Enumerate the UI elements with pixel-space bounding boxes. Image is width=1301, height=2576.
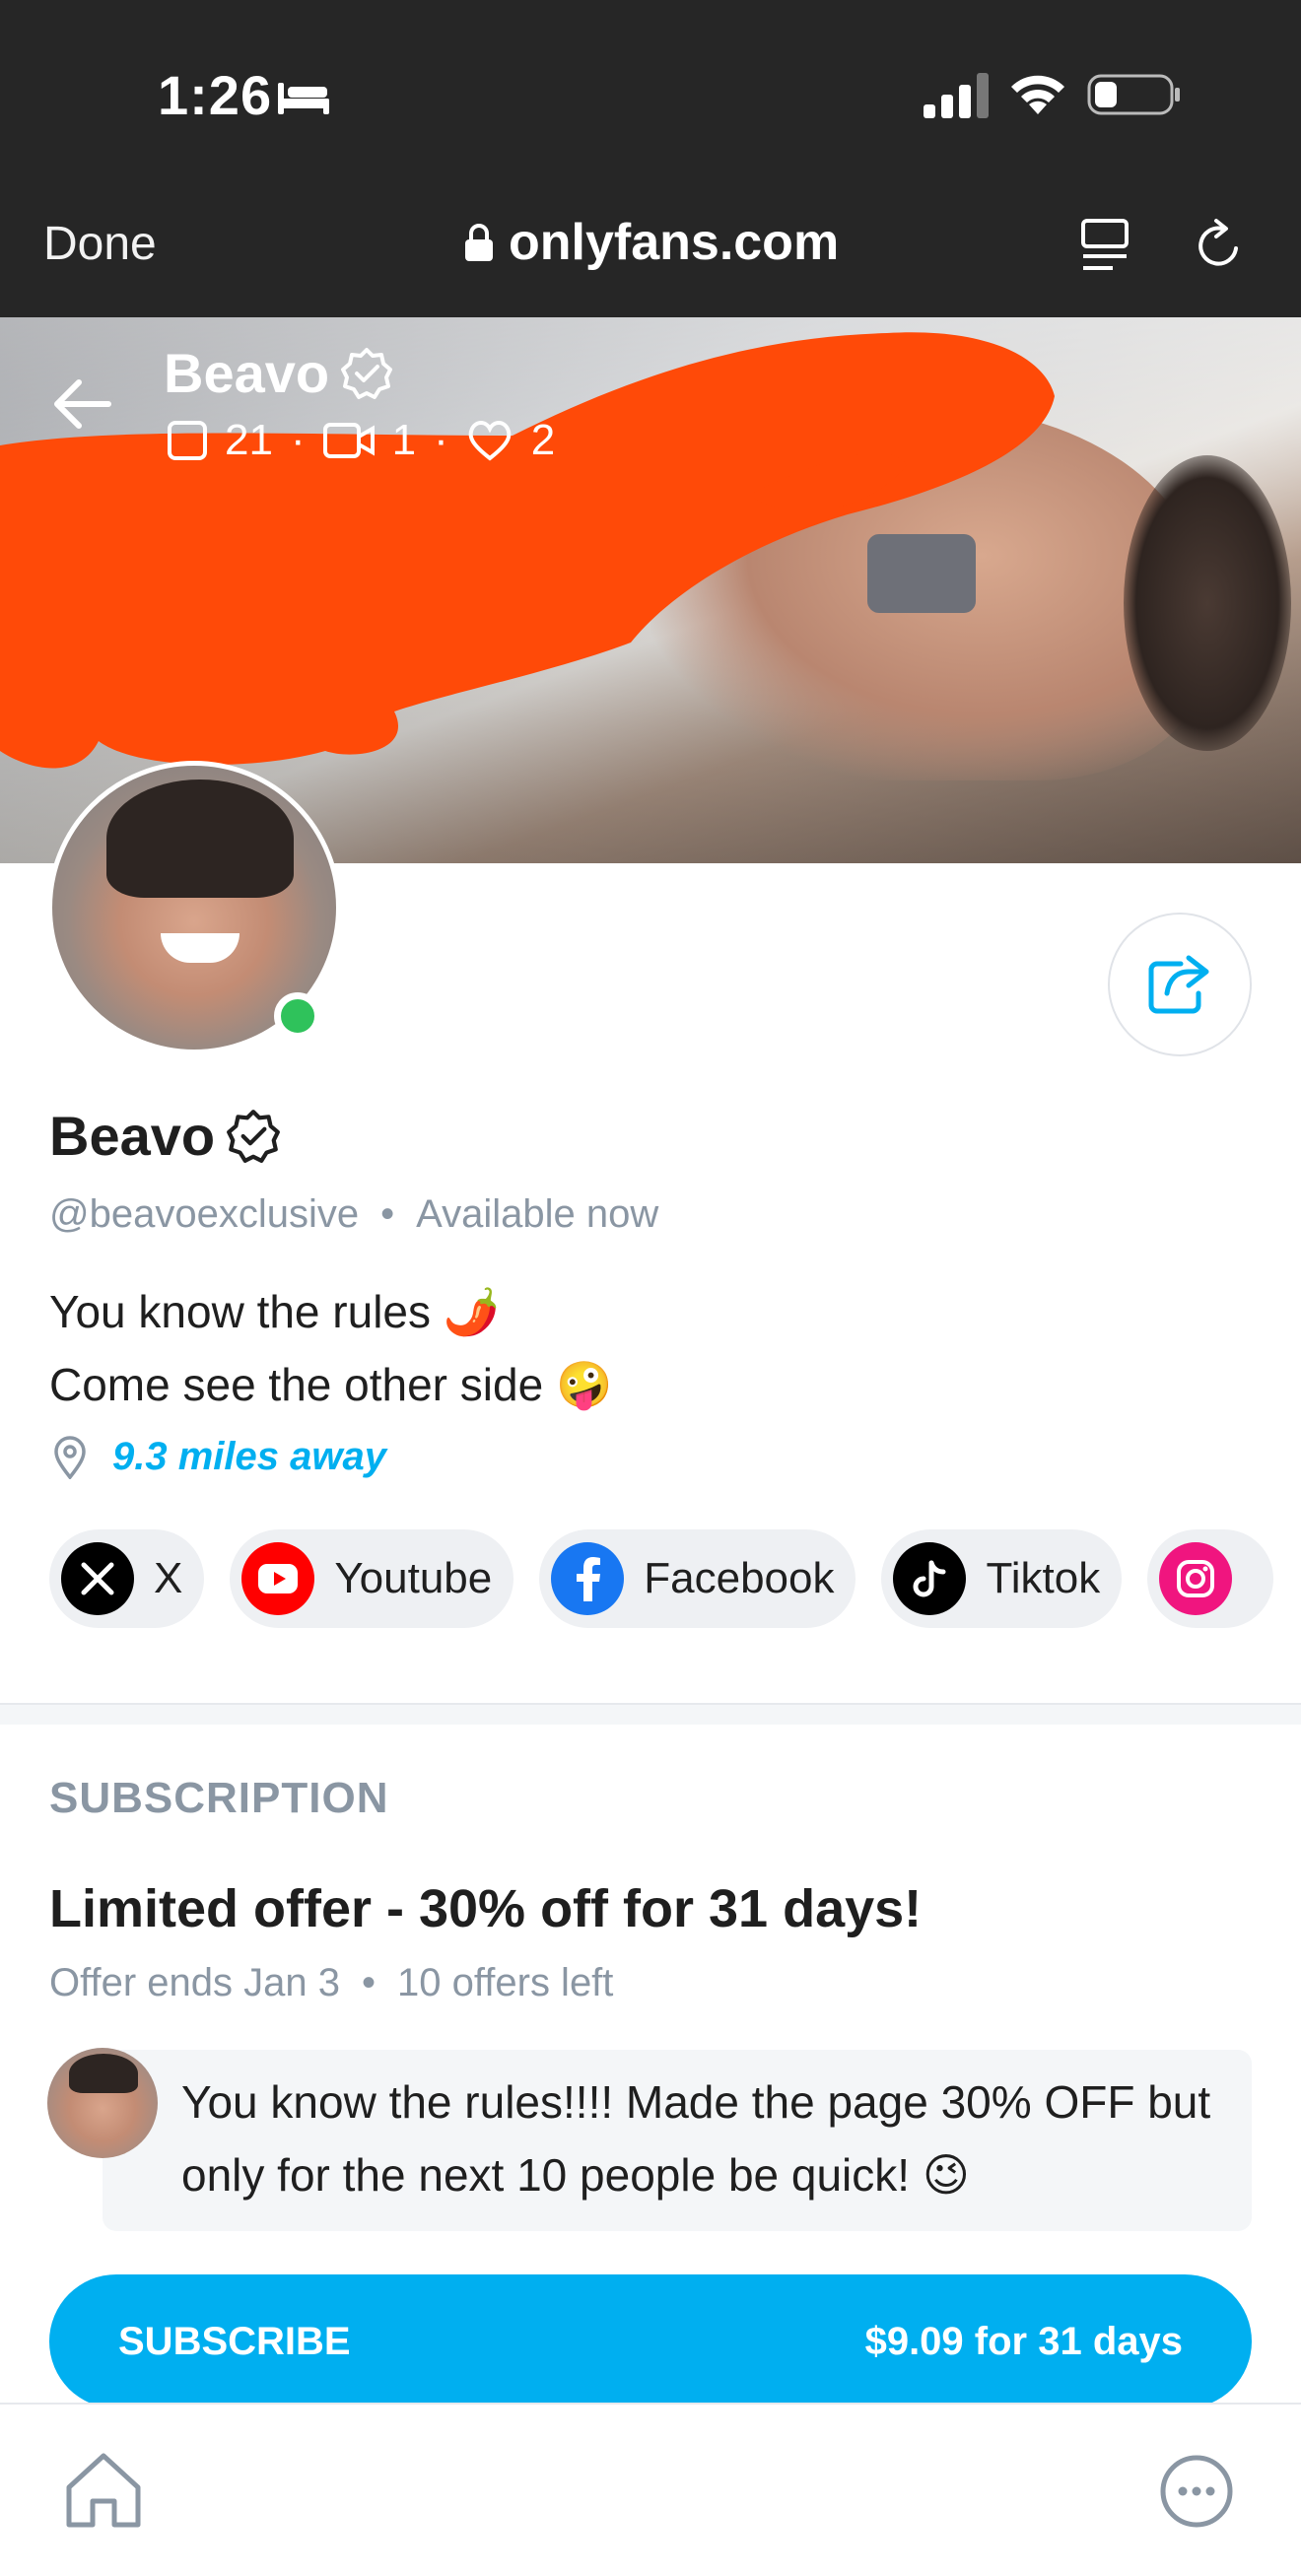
social-label: Facebook [644, 1554, 835, 1602]
social-links: X Youtube Facebook Tiktok [49, 1529, 1274, 1628]
location-pin-icon [54, 1435, 86, 1479]
facebook-logo-icon [551, 1542, 625, 1615]
status-bar: 1:26 [0, 0, 1301, 187]
social-link-youtube[interactable]: Youtube [230, 1529, 514, 1628]
offers-left: 10 offers left [397, 1961, 614, 2004]
avatar-hair [69, 2054, 138, 2093]
section-divider [0, 1703, 1301, 1725]
avatar-smile [161, 933, 240, 963]
lock-icon [465, 224, 493, 261]
reader-mode-icon[interactable] [1077, 215, 1132, 274]
bio-line: You know the rules 🌶️ [49, 1286, 501, 1337]
location: 9.3 miles away [53, 1435, 386, 1479]
creator-avatar-small[interactable] [47, 2048, 158, 2158]
meta-separator: • [380, 1192, 395, 1236]
url-text: onlyfans.com [509, 214, 840, 271]
cover-name-text: Beavo [164, 342, 330, 404]
verified-badge-icon [227, 1109, 281, 1163]
cover-title: Beavo [164, 341, 394, 405]
profile-handle: @beavoexclusive [49, 1192, 360, 1236]
availability-status: Available now [416, 1192, 659, 1236]
heart-icon [468, 421, 512, 461]
social-link-tiktok[interactable]: Tiktok [881, 1529, 1123, 1628]
sleep-focus-icon [278, 83, 329, 114]
social-label: Tiktok [986, 1554, 1101, 1602]
instagram-logo-icon [1159, 1542, 1233, 1615]
offer-title: Limited offer - 30% off for 31 days! [49, 1879, 923, 1938]
youtube-logo-icon [241, 1542, 315, 1615]
home-icon[interactable] [61, 2448, 146, 2533]
wifi-icon [1011, 75, 1064, 114]
offer-ends: Offer ends Jan 3 [49, 1961, 340, 2004]
avatar-hair [106, 780, 294, 898]
reload-icon[interactable] [1193, 215, 1248, 274]
subscribe-label: SUBSCRIBE [118, 2319, 351, 2363]
meta-separator: • [362, 1961, 377, 2004]
online-status-dot [274, 992, 321, 1040]
address-bar[interactable]: onlyfans.com [463, 213, 839, 272]
social-link-facebook[interactable]: Facebook [539, 1529, 856, 1628]
social-link-instagram[interactable] [1147, 1529, 1274, 1628]
video-count: 1 [391, 416, 417, 464]
share-icon [1148, 955, 1209, 1014]
done-button[interactable]: Done [43, 217, 157, 271]
location-distance: 9.3 miles away [112, 1435, 386, 1478]
social-label: Youtube [334, 1554, 493, 1602]
stat-separator: · [290, 416, 306, 464]
cover-stats: 21 · 1 · 2 [168, 416, 555, 465]
subscribe-button[interactable]: SUBSCRIBE $9.09 for 31 days [49, 2274, 1252, 2408]
browser-chrome: 1:26 Done onlyfans.com [0, 0, 1301, 317]
likes-count: 2 [530, 416, 556, 464]
profile-name-text: Beavo [49, 1105, 216, 1167]
stat-separator: · [434, 416, 448, 464]
profile-meta: @beavoexclusive • Available now [49, 1192, 658, 1237]
profile-name: Beavo [49, 1104, 282, 1168]
cell-signal-icon [924, 73, 989, 118]
status-time: 1:26 [158, 64, 273, 126]
social-link-x[interactable]: X [49, 1529, 205, 1628]
verified-badge-icon [341, 347, 393, 399]
offer-message: You know the rules!!!! Made the page 30%… [103, 2050, 1252, 2231]
photo-icon [168, 421, 207, 460]
battery-icon [1087, 74, 1180, 115]
bio-line: Come see the other side 🤪 [49, 1359, 613, 1410]
social-label: X [154, 1554, 183, 1602]
back-arrow-icon[interactable] [49, 376, 112, 432]
tiktok-logo-icon [893, 1542, 967, 1615]
photo-count: 21 [225, 416, 273, 464]
x-logo-icon [61, 1542, 134, 1615]
more-options-icon[interactable] [1159, 2454, 1234, 2529]
video-icon [322, 423, 375, 458]
subscription-section-label: SUBSCRIPTION [49, 1774, 389, 1822]
offer-meta: Offer ends Jan 3 • 10 offers left [49, 1961, 613, 2005]
subscribe-price: $9.09 for 31 days [864, 2319, 1183, 2363]
bottom-navigation [0, 2403, 1301, 2576]
share-button[interactable] [1108, 913, 1252, 1056]
